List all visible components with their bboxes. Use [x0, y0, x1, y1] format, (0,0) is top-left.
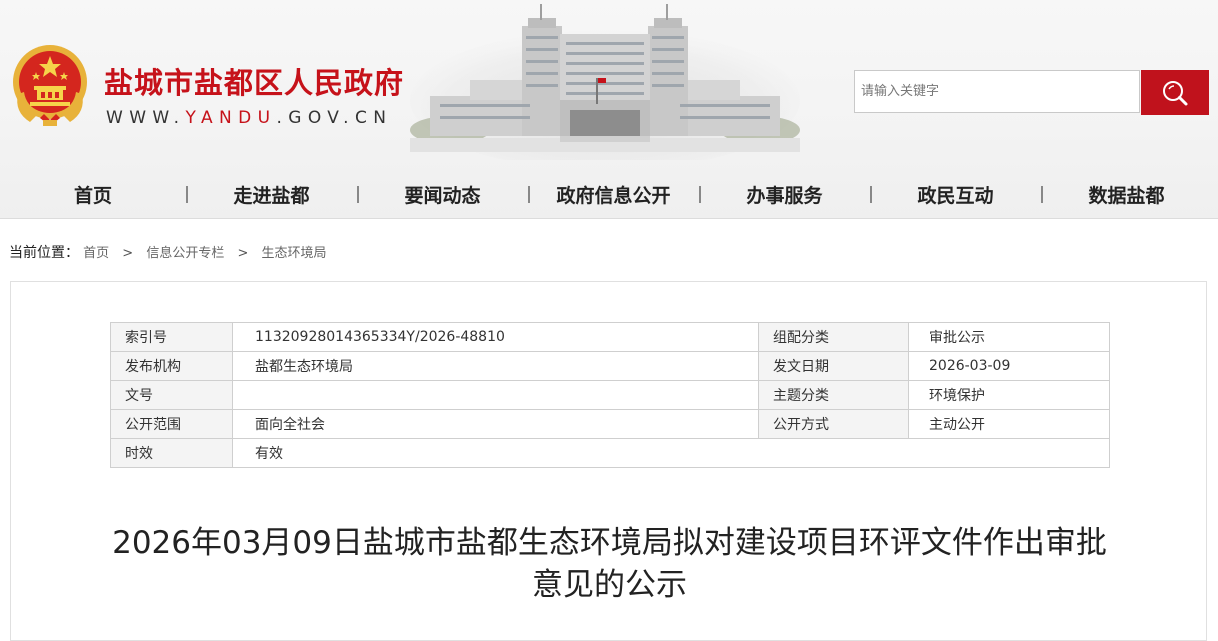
- meta-value: 有效: [232, 438, 1110, 468]
- search-icon: [1163, 80, 1188, 105]
- table-row: 公开范围 面向全社会 公开方式 主动公开: [110, 409, 1110, 439]
- table-row: 文号 主题分类 环境保护: [110, 380, 1110, 410]
- nav-item-data-yandu[interactable]: 数据盐都: [1041, 176, 1212, 216]
- table-row: 索引号 11320928014365334Y/2026-48810 组配分类 审…: [110, 322, 1110, 352]
- meta-value: [232, 380, 759, 410]
- site-domain: WWW.YANDU.GOV.CN: [106, 108, 392, 128]
- meta-value: 2026-03-09: [908, 351, 1110, 381]
- breadcrumb-separator: >: [122, 246, 134, 261]
- government-building-image: [410, 4, 800, 160]
- meta-key: 发布机构: [110, 351, 233, 381]
- meta-key: 文号: [110, 380, 233, 410]
- meta-value: 面向全社会: [232, 409, 759, 439]
- metadata-table: 索引号 11320928014365334Y/2026-48810 组配分类 审…: [110, 322, 1110, 468]
- domain-accent: YANDU: [185, 108, 277, 128]
- meta-key: 主题分类: [758, 380, 909, 410]
- domain-suffix: .GOV.CN: [276, 108, 393, 128]
- nav-item-news[interactable]: 要闻动态: [357, 176, 528, 216]
- meta-key: 索引号: [110, 322, 233, 352]
- breadcrumb-info-disclosure[interactable]: 信息公开专栏: [146, 246, 224, 261]
- nav-item-services[interactable]: 办事服务: [699, 176, 870, 216]
- meta-key: 公开方式: [758, 409, 909, 439]
- domain-prefix: WWW.: [106, 108, 186, 128]
- meta-key: 时效: [110, 438, 233, 468]
- meta-value: 审批公示: [908, 322, 1110, 352]
- search-box: [854, 70, 1140, 113]
- table-row: 时效 有效: [110, 438, 1110, 468]
- breadcrumb-label: 当前位置：: [9, 245, 79, 261]
- breadcrumb-eco-bureau[interactable]: 生态环境局: [262, 246, 327, 261]
- meta-key: 组配分类: [758, 322, 909, 352]
- meta-value: 11320928014365334Y/2026-48810: [232, 322, 759, 352]
- search-button[interactable]: [1141, 70, 1209, 115]
- meta-value: 主动公开: [908, 409, 1110, 439]
- nav-item-home[interactable]: 首页: [0, 176, 186, 216]
- search-input[interactable]: [855, 71, 1137, 112]
- site-title[interactable]: 盐城市盐都区人民政府: [104, 60, 404, 102]
- breadcrumb-home[interactable]: 首页: [83, 246, 109, 261]
- meta-value: 环境保护: [908, 380, 1110, 410]
- nav-item-gov-info-disclosure[interactable]: 政府信息公开: [528, 176, 699, 216]
- national-emblem-icon: [13, 45, 87, 126]
- nav-item-interaction[interactable]: 政民互动: [870, 176, 1041, 216]
- nav-item-about-yandu[interactable]: 走进盐都: [186, 176, 357, 216]
- meta-key: 发文日期: [758, 351, 909, 381]
- table-row: 发布机构 盐都生态环境局 发文日期 2026-03-09: [110, 351, 1110, 381]
- breadcrumb-separator: >: [237, 246, 249, 261]
- meta-key: 公开范围: [110, 409, 233, 439]
- article-title: 2026年03月09日盐城市盐都生态环境局拟对建设项目环评文件作出审批意见的公示: [112, 525, 1107, 603]
- content-card: 索引号 11320928014365334Y/2026-48810 组配分类 审…: [10, 281, 1207, 641]
- meta-value: 盐都生态环境局: [232, 351, 759, 381]
- breadcrumb: 当前位置： 首页 > 信息公开专栏 > 生态环境局: [9, 242, 327, 262]
- site-header: 盐城市盐都区人民政府 WWW.YANDU.GOV.CN 请输入关键字 首页 走进…: [0, 0, 1218, 219]
- main-nav: 首页 走进盐都 要闻动态 政府信息公开 办事服务 政民互动 数据盐都: [0, 176, 1218, 216]
